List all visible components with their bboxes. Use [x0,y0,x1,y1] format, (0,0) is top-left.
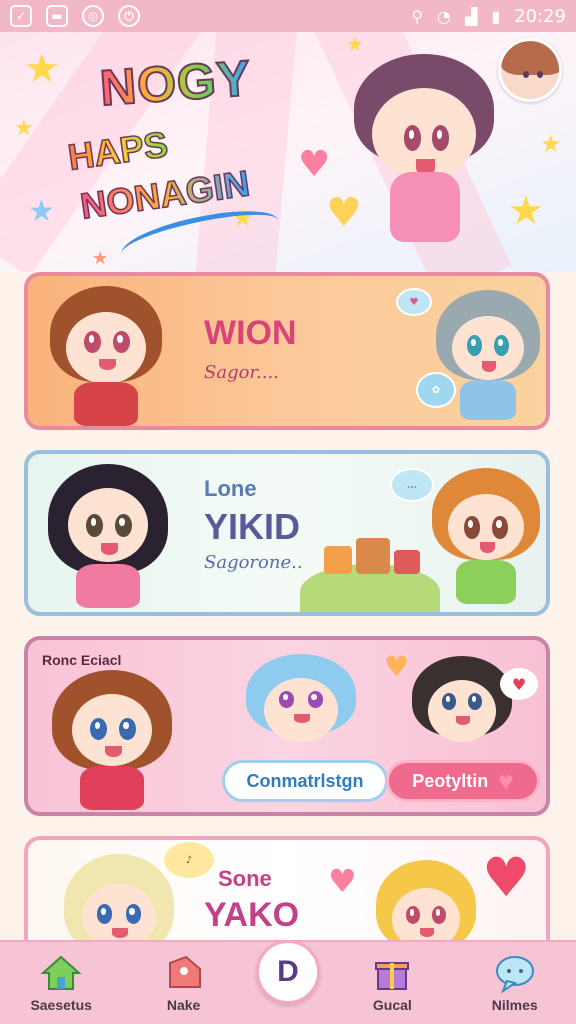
bottom-nav: Saesetus Nake D Gucal Nilmes [0,940,576,1024]
center-logo-button[interactable]: D [255,940,320,1004]
character-card-3[interactable]: Ronc Eciacl ♥ ♥ Conmatrlstgn Peotyltin ♥ [24,636,550,816]
nav-item-gucal[interactable]: Gucal [342,953,442,1013]
status-right: ⚲ ◔ ▟ ▮ 20:29 [411,6,566,27]
chat-icon [493,953,537,993]
conmatrlstgn-button[interactable]: Conmatrlstgn [222,760,388,802]
card-subtitle: Sagorone.. [204,552,303,573]
nav-item-saesetus[interactable]: Saesetus [11,953,111,1013]
target-icon: ◎ [82,5,104,27]
heart-icon: ♥ [384,650,410,683]
wifi-icon: ◔ [437,6,451,26]
toy-block [324,546,352,574]
power-icon: ⏻ [118,5,140,27]
chat-bubble-icon: ♥ [396,288,432,316]
character-portrait [52,670,172,810]
nav-label: Gucal [372,997,412,1013]
gift-icon [370,953,414,993]
status-left: ✓ ▬ ◎ ⏻ [10,5,140,27]
heart-icon: ♥ [298,144,331,185]
app-icon: ✓ [10,5,32,27]
card-title-small: Lone [204,476,257,501]
nav-label: Nake [166,997,201,1013]
button-label: Peotyltin [412,770,489,791]
mascot-character [354,54,494,264]
peotyltin-button[interactable]: Peotyltin ♥ [386,760,540,802]
star-icon: ★ [92,248,109,269]
nav-label: Saesetus [30,997,92,1013]
star-icon: ★ [508,188,544,234]
toy-block [356,538,390,574]
card-label: Ronc Eciacl [42,652,122,668]
status-bar: ✓ ▬ ◎ ⏻ ⚲ ◔ ▟ ▮ 20:29 [0,0,576,32]
card-title: YIKID [204,506,301,547]
character-portrait [412,656,512,760]
card-title-small: Sone [218,866,272,891]
status-time: 20:29 [514,5,566,27]
card-title: WION [204,314,297,352]
card-title: YAKO [204,896,300,934]
heart-icon: ♥ [482,846,531,909]
speech-bubble-icon: ♪ [162,840,216,880]
star-icon: ★ [540,130,562,158]
star-icon: ★ [346,32,364,56]
photo-icon: ▬ [46,5,68,27]
character-portrait [432,468,540,610]
heart-icon: ♥ [328,862,357,900]
nav-item-nake[interactable]: Nake [134,953,234,1013]
profile-avatar-button[interactable] [498,38,562,102]
heart-icon: ♥ [498,765,514,796]
toy-block [394,550,420,574]
battery-icon: ▮ [491,6,501,26]
signal-icon: ▟ [465,6,478,26]
nav-label: Nilmes [491,997,538,1013]
house-icon [39,953,83,993]
heart-bubble-icon: ♥ [500,668,538,700]
key-icon: ⚲ [411,6,424,26]
star-icon: ★ [14,116,34,141]
character-portrait [48,464,168,610]
character-portrait [246,654,356,758]
chat-bubble-icon: … [390,468,434,502]
tag-icon [162,953,206,993]
star-icon: ★ [28,194,55,229]
character-portrait [46,286,166,426]
character-card-2[interactable]: Lone YIKID Sagorone.. … [24,450,550,616]
card-subtitle: Sagor.... [204,362,279,383]
app-header: ★ ★ ★ ★ ★ ★ ★ ★ ♥ ♥ NOGY HAPS NONAGIN [0,32,576,272]
character-card-1[interactable]: WION Sagor.... ♥ ✿ [24,272,550,430]
character-portrait [436,290,540,422]
nav-item-nilmes[interactable]: Nilmes [465,953,565,1013]
star-icon: ★ [24,46,60,92]
logo-title: NOGY [97,49,254,117]
